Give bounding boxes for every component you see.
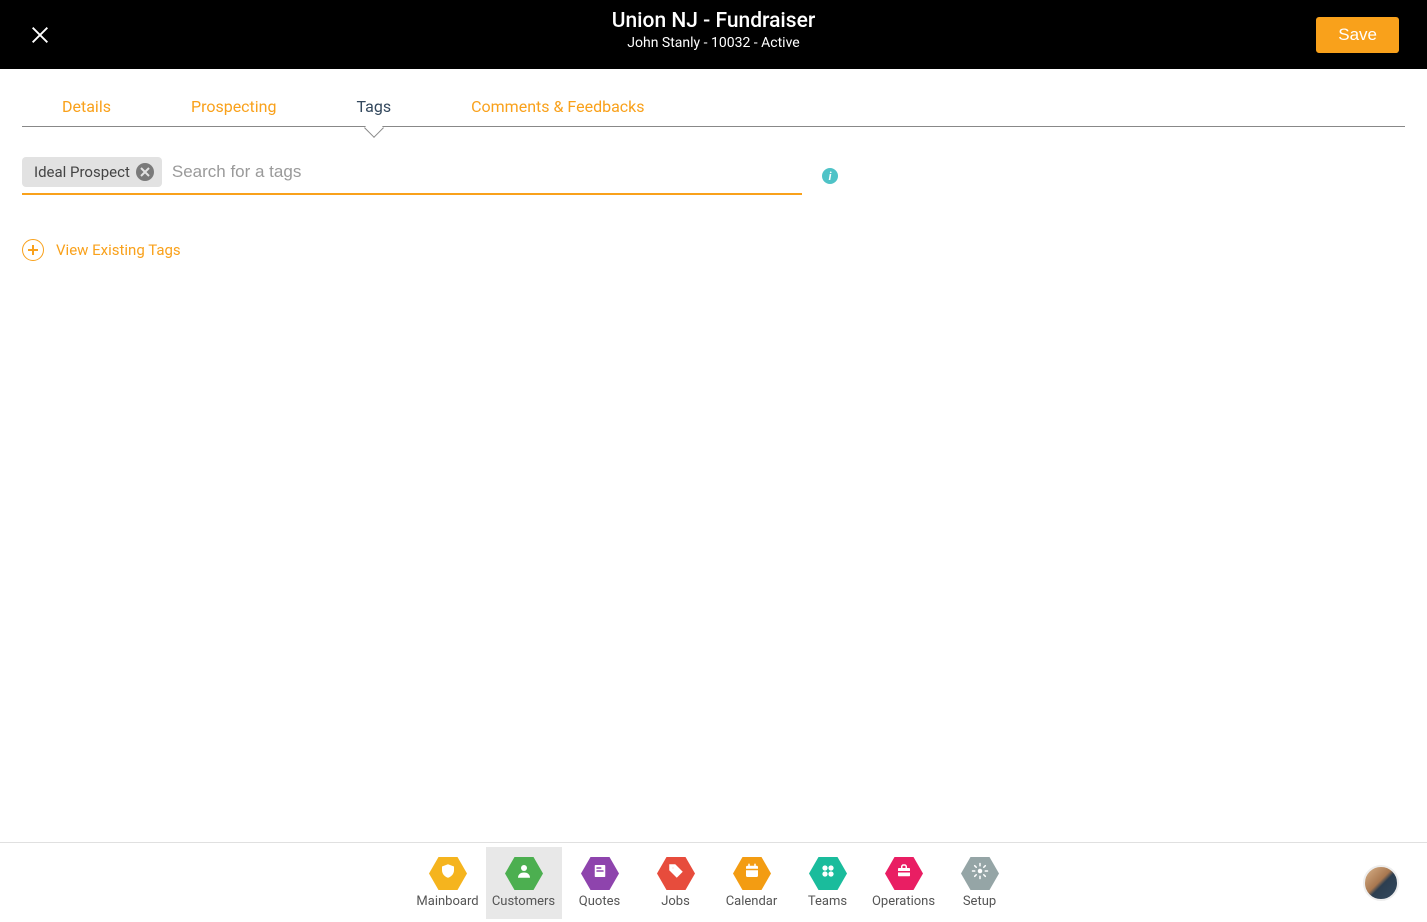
- tag-chip: Ideal Prospect: [22, 157, 162, 187]
- page-subtitle: John Stanly - 10032 - Active: [612, 35, 816, 51]
- plus-circle-icon: [22, 239, 44, 261]
- nav-item-setup[interactable]: Setup: [942, 847, 1018, 919]
- tab-comments[interactable]: Comments & Feedbacks: [431, 87, 684, 126]
- nav-item-label: Operations: [872, 894, 935, 909]
- nav-item-label: Customers: [492, 894, 555, 909]
- bottom-nav: Mainboard Customers Quotes Jobs Calendar Team…: [0, 842, 1427, 922]
- close-icon: [29, 24, 51, 46]
- save-button[interactable]: Save: [1316, 17, 1399, 53]
- operations-icon: [885, 857, 923, 890]
- close-icon: [140, 167, 150, 177]
- quotes-icon: [581, 857, 619, 890]
- mainboard-icon: [429, 857, 467, 890]
- calendar-icon: [733, 857, 771, 890]
- nav-item-label: Mainboard: [416, 894, 478, 909]
- nav-item-jobs[interactable]: Jobs: [638, 847, 714, 919]
- tab-details[interactable]: Details: [22, 87, 151, 126]
- tag-chip-label: Ideal Prospect: [34, 163, 130, 181]
- header-title-group: Union NJ - Fundraiser John Stanly - 1003…: [612, 9, 816, 51]
- tab-tags[interactable]: Tags: [317, 87, 432, 126]
- tag-input-container[interactable]: Ideal Prospect: [22, 157, 802, 195]
- tag-input-row: Ideal Prospect i: [22, 157, 1405, 195]
- header-bar: Union NJ - Fundraiser John Stanly - 1003…: [0, 0, 1427, 69]
- jobs-icon: [657, 857, 695, 890]
- user-avatar[interactable]: [1363, 865, 1399, 901]
- nav-item-label: Jobs: [661, 894, 690, 909]
- nav-item-operations[interactable]: Operations: [866, 847, 942, 919]
- view-existing-label: View Existing Tags: [56, 241, 181, 259]
- nav-item-mainboard[interactable]: Mainboard: [410, 847, 486, 919]
- setup-icon: [961, 857, 999, 890]
- tab-bar: Details Prospecting Tags Comments & Feed…: [22, 87, 1405, 127]
- view-existing-tags-button[interactable]: View Existing Tags: [22, 239, 1405, 261]
- nav-item-calendar[interactable]: Calendar: [714, 847, 790, 919]
- teams-icon: [809, 857, 847, 890]
- nav-item-label: Teams: [808, 894, 847, 909]
- tag-chip-remove-button[interactable]: [136, 163, 154, 181]
- nav-item-teams[interactable]: Teams: [790, 847, 866, 919]
- nav-item-quotes[interactable]: Quotes: [562, 847, 638, 919]
- tags-panel: Ideal Prospect i View Existing Tags: [0, 127, 1427, 842]
- nav-item-customers[interactable]: Customers: [486, 847, 562, 919]
- page-title: Union NJ - Fundraiser: [612, 9, 816, 33]
- nav-item-label: Quotes: [579, 894, 620, 909]
- tag-search-input[interactable]: [170, 158, 802, 186]
- customers-icon: [505, 857, 543, 890]
- nav-item-label: Setup: [963, 894, 996, 909]
- nav-item-label: Calendar: [726, 894, 778, 909]
- tab-prospecting[interactable]: Prospecting: [151, 87, 317, 126]
- close-button[interactable]: [28, 23, 52, 47]
- info-icon[interactable]: i: [822, 168, 838, 184]
